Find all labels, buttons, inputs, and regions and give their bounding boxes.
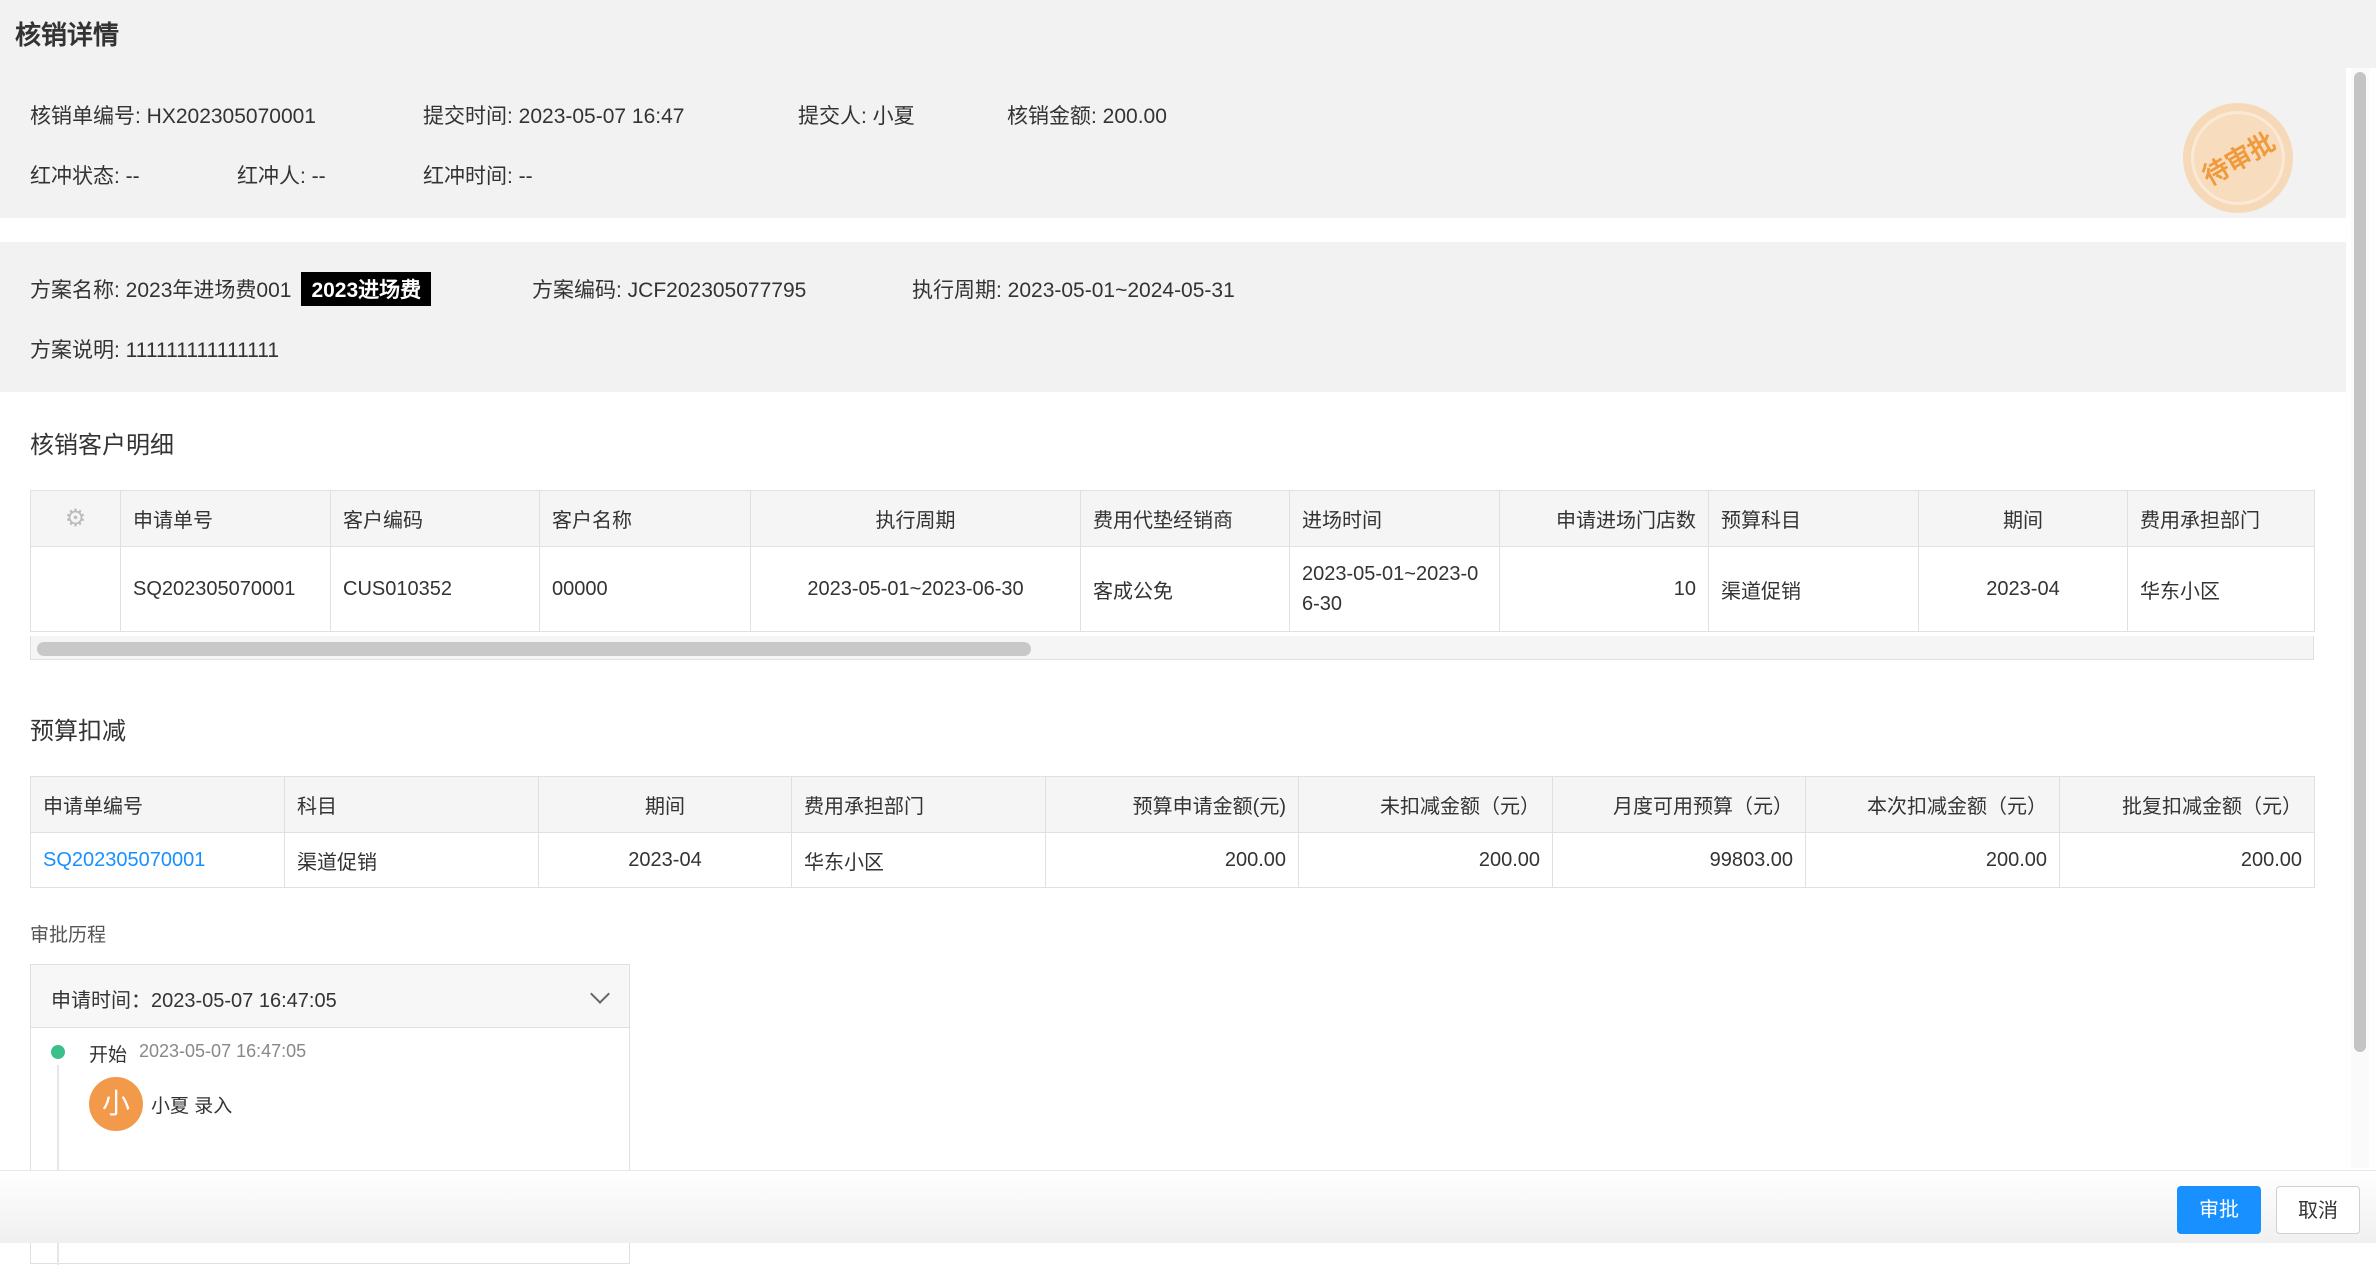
col-customer-code: 客户编码: [330, 490, 540, 547]
customer-table-header: ⚙ 申请单号 客户编码 客户名称 执行周期 费用代垫经销商 进场时间 申请进场门…: [30, 490, 2315, 547]
col-undeducted: 未扣减金额（元）: [1298, 776, 1553, 833]
submitter: 提交人: 小夏: [798, 105, 915, 128]
col-subject: 科目: [284, 776, 539, 833]
col-department: 费用承担部门: [2127, 490, 2315, 547]
col-budget-department: 费用承担部门: [791, 776, 1046, 833]
row-blank: [30, 546, 121, 632]
red-person: 红冲人: --: [237, 165, 326, 188]
col-apply-no: 申请单号: [120, 490, 331, 547]
amount: 核销金额: 200.00: [1007, 105, 1167, 128]
dialog-footer: [0, 1170, 2376, 1243]
gear-icon[interactable]: ⚙: [65, 505, 87, 532]
column-settings[interactable]: ⚙: [30, 490, 121, 547]
table-row: SQ202305070001 CUS010352 00000 2023-05-0…: [30, 546, 2315, 632]
col-budget-period: 期间: [538, 776, 792, 833]
cell-budget-subject: 渠道促销: [1708, 546, 1919, 632]
step-name: 开始: [89, 1045, 128, 1066]
cell-store-count: 10: [1499, 546, 1709, 632]
col-monthly-available: 月度可用预算（元）: [1552, 776, 1806, 833]
col-period: 期间: [1918, 490, 2128, 547]
status-stamp: 待审批: [2183, 103, 2293, 213]
col-store-count: 申请进场门店数: [1499, 490, 1709, 547]
cell-this-deduction: 200.00: [1805, 832, 2060, 888]
plan-info-panel: 方案名称: 2023年进场费001 2023进场费 方案编码: JCF202305…: [0, 242, 2346, 392]
cell-department: 华东小区: [2127, 546, 2315, 632]
col-apply-order-no: 申请单编号: [30, 776, 285, 833]
cell-budget-period: 2023-04: [538, 832, 792, 888]
cell-budget-department: 华东小区: [791, 832, 1046, 888]
approval-title: 审批历程: [30, 925, 107, 946]
col-approved-deduction: 批复扣减金额（元）: [2059, 776, 2315, 833]
vertical-scrollbar[interactable]: [2351, 68, 2369, 1168]
customer-section-title: 核销客户明细: [30, 432, 174, 459]
avatar: 小: [89, 1077, 143, 1131]
cell-monthly-available: 99803.00: [1552, 832, 1806, 888]
cell-approved-deduction: 200.00: [2059, 832, 2315, 888]
plan-period: 执行周期: 2023-05-01~2024-05-31: [912, 279, 1235, 302]
cell-customer-name: 00000: [539, 546, 751, 632]
cell-period: 2023-04: [1918, 546, 2128, 632]
plan-code: 方案编码: JCF202305077795: [532, 279, 807, 302]
order-no: 核销单编号: HX202305070001: [30, 105, 316, 128]
col-budget-subject: 预算科目: [1708, 490, 1919, 547]
plan-name-text: 方案名称: 2023年进场费001: [30, 279, 292, 302]
cell-exec-period: 2023-05-01~2023-06-30: [750, 546, 1081, 632]
plan-tag: 2023进场费: [301, 272, 432, 306]
col-customer-name: 客户名称: [539, 490, 751, 547]
red-time: 红冲时间: --: [423, 165, 533, 188]
plan-name: 方案名称: 2023年进场费001 2023进场费: [30, 272, 432, 306]
cell-dealer: 客成公免: [1080, 546, 1290, 632]
budget-section-title: 预算扣减: [30, 718, 126, 745]
red-status: 红冲状态: --: [30, 165, 140, 188]
cell-subject: 渠道促销: [284, 832, 539, 888]
cancel-button[interactable]: 取消: [2276, 1186, 2360, 1234]
chevron-down-icon[interactable]: [590, 984, 610, 1004]
status-dot-icon: [51, 1045, 65, 1059]
cell-apply-no: SQ202305070001: [120, 546, 331, 632]
customer-table: ⚙ 申请单号 客户编码 客户名称 执行周期 费用代垫经销商 进场时间 申请进场门…: [30, 490, 2315, 632]
cell-apply-order-link[interactable]: SQ202305070001: [30, 832, 285, 888]
col-this-deduction: 本次扣减金额（元）: [1805, 776, 2060, 833]
col-entry-time: 进场时间: [1289, 490, 1500, 547]
dialog-title: 核销详情: [15, 20, 120, 50]
vertical-scrollbar-thumb[interactable]: [2354, 72, 2366, 1052]
col-apply-amount: 预算申请金额(元): [1045, 776, 1299, 833]
plan-desc: 方案说明: 111111111111111: [30, 339, 280, 362]
order-info-panel: 核销单编号: HX202305070001 提交时间: 2023-05-07 1…: [0, 68, 2346, 218]
step-time: 2023-05-07 16:47:05: [139, 1041, 307, 1061]
budget-table-header: 申请单编号 科目 期间 费用承担部门 预算申请金额(元) 未扣减金额（元） 月度…: [30, 776, 2315, 833]
cell-undeducted: 200.00: [1298, 832, 1553, 888]
horizontal-scrollbar[interactable]: [30, 636, 2314, 660]
cell-apply-amount: 200.00: [1045, 832, 1299, 888]
table-row: SQ202305070001 渠道促销 2023-04 华东小区 200.00 …: [30, 832, 2315, 888]
dialog-header: 核销详情: [0, 0, 2376, 68]
cell-customer-code: CUS010352: [330, 546, 540, 632]
approval-header[interactable]: 申请时间：2023-05-07 16:47:05: [31, 965, 629, 1028]
col-exec-period: 执行周期: [750, 490, 1081, 547]
scrollbar-thumb[interactable]: [37, 642, 1031, 656]
approve-button[interactable]: 审批: [2177, 1186, 2261, 1234]
submit-time: 提交时间: 2023-05-07 16:47: [423, 105, 685, 128]
step-action: 小夏 录入: [151, 1096, 233, 1117]
apply-time: 申请时间：2023-05-07 16:47:05: [51, 990, 337, 1012]
apply-order-link[interactable]: SQ202305070001: [43, 849, 205, 871]
budget-table: 申请单编号 科目 期间 费用承担部门 预算申请金额(元) 未扣减金额（元） 月度…: [30, 776, 2315, 888]
col-dealer: 费用代垫经销商: [1080, 490, 1290, 547]
cell-entry-time: 2023-05-01~2023-06-30: [1289, 546, 1500, 632]
